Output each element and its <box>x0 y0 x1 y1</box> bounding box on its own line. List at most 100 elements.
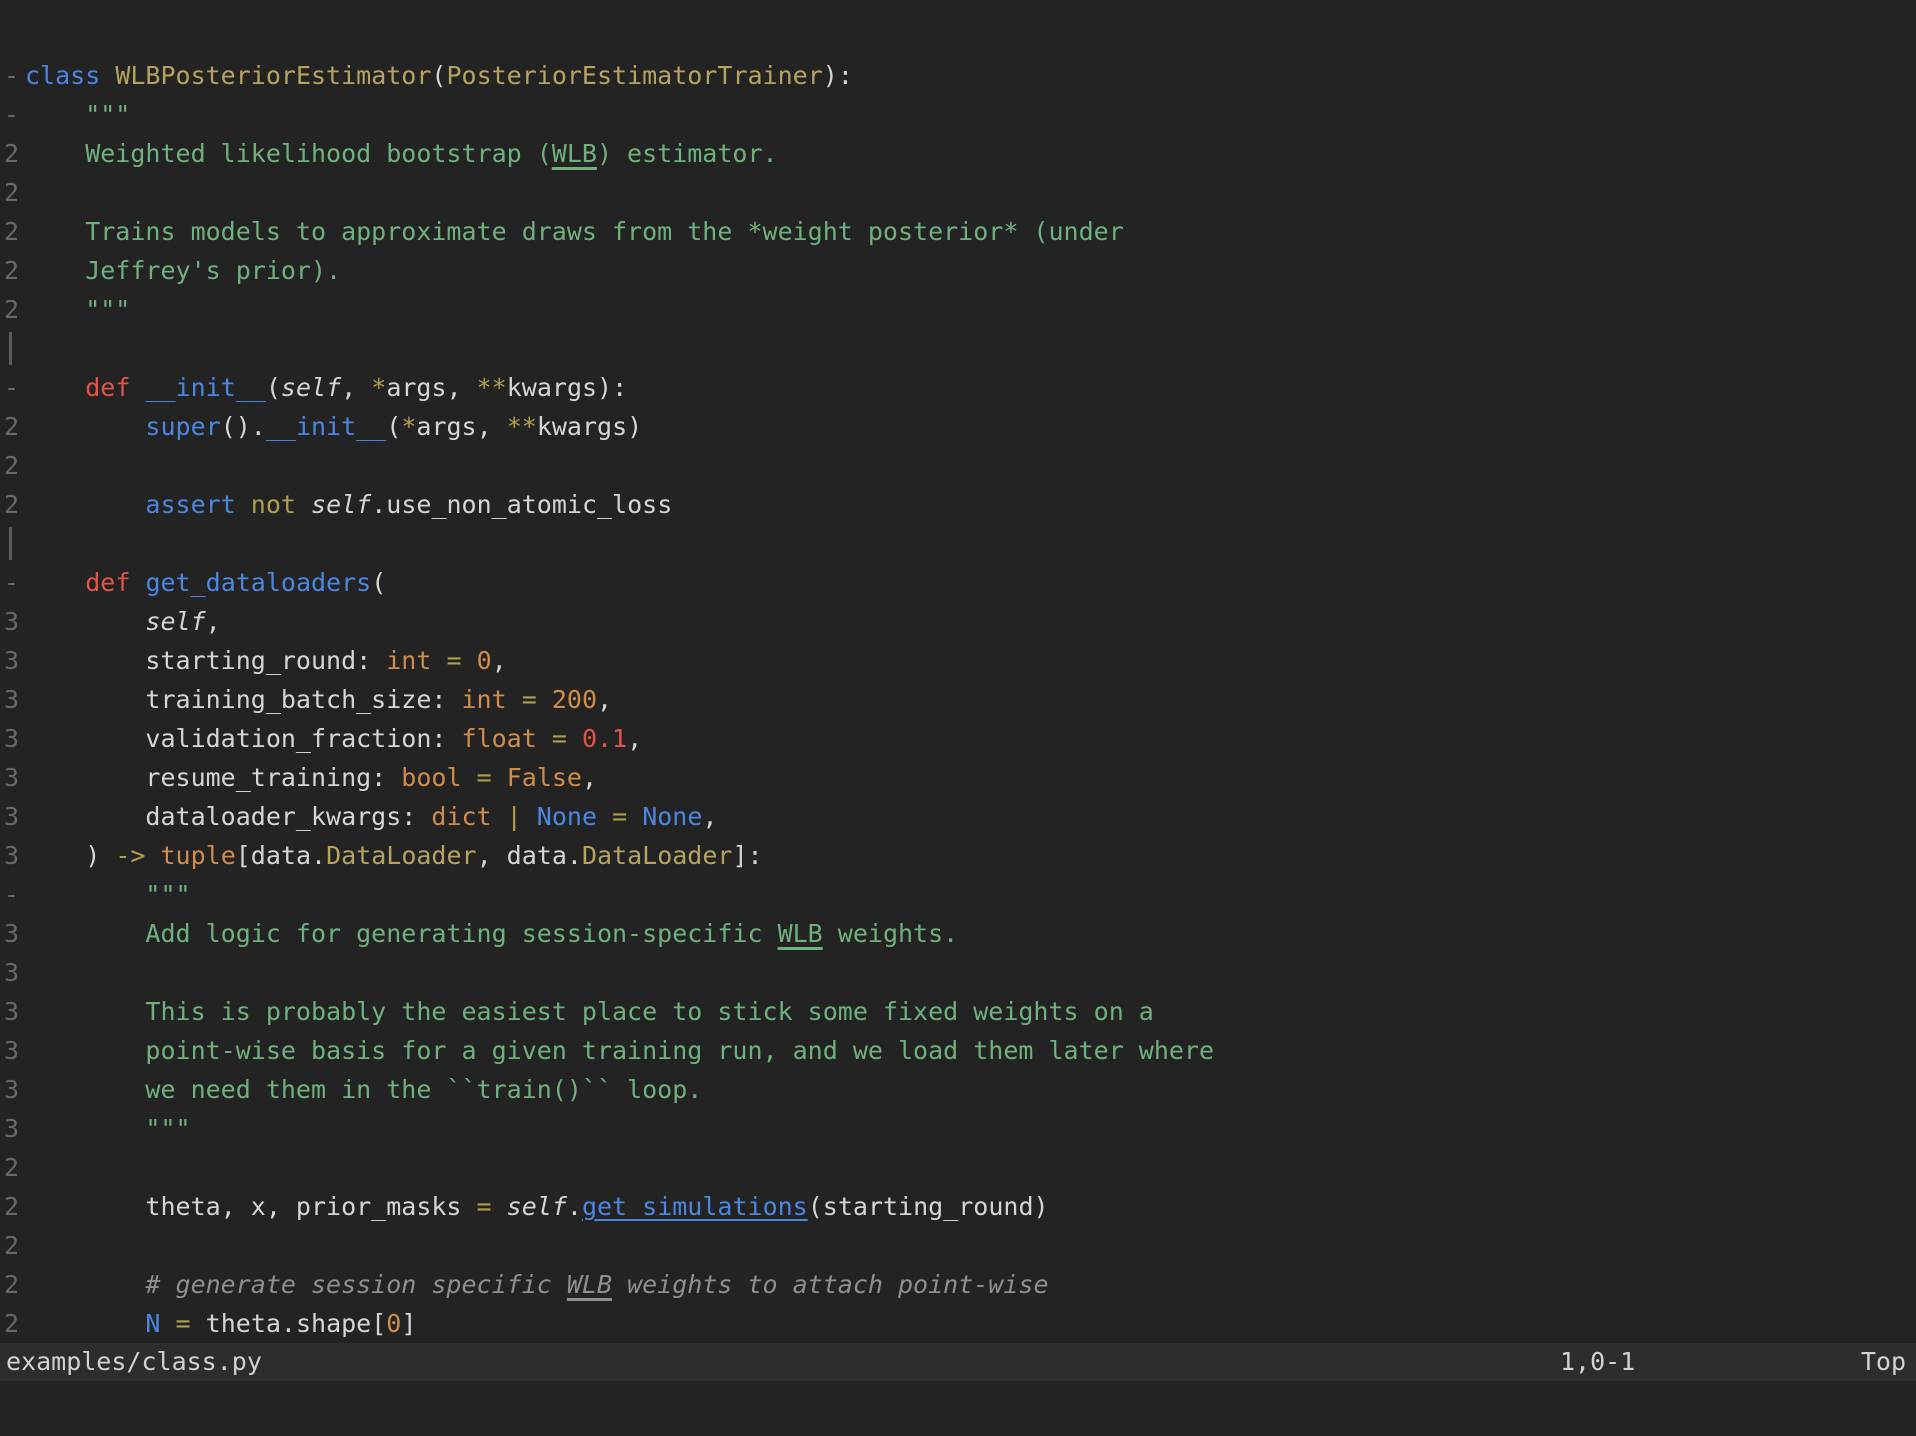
code-line[interactable] <box>0 17 1916 56</box>
code-line[interactable]: - def get_dataloaders( <box>0 563 1916 602</box>
fold-column-marker: 3 <box>0 953 25 992</box>
code-line[interactable]: 2 assert not self.use_non_atomic_loss <box>0 485 1916 524</box>
code-line-text: # generate session specific WLB weights … <box>25 1265 1049 1304</box>
code-line-text: super().__init__(*args, **kwargs) <box>25 407 642 446</box>
code-line[interactable]: 3 self, <box>0 602 1916 641</box>
code-line[interactable]: - """ <box>0 95 1916 134</box>
code-line-text: self, <box>25 602 221 641</box>
code-line[interactable]: 2 <box>0 173 1916 212</box>
vim-editor-window: -class WLBPosteriorEstimator(PosteriorEs… <box>0 0 1916 1436</box>
code-line-text: def __init__(self, *args, **kwargs): <box>25 368 627 407</box>
code-buffer[interactable]: -class WLBPosteriorEstimator(PosteriorEs… <box>0 17 1916 1343</box>
code-line[interactable]: 3 point-wise basis for a given training … <box>0 1031 1916 1070</box>
status-cursor-position: 1,0-1 <box>1560 1343 1635 1381</box>
code-line-text: validation_fraction: float = 0.1, <box>25 719 642 758</box>
fold-column-marker <box>0 524 25 563</box>
code-line-text: """ <box>25 95 130 134</box>
code-line[interactable]: - def __init__(self, *args, **kwargs): <box>0 368 1916 407</box>
fold-column-marker: 2 <box>0 1304 25 1343</box>
fold-column-marker: 3 <box>0 836 25 875</box>
command-line <box>0 1381 1916 1436</box>
code-line[interactable]: 2 N = theta.shape[0] <box>0 1304 1916 1343</box>
code-line-text: """ <box>25 290 130 329</box>
code-line[interactable]: 3 resume_training: bool = False, <box>0 758 1916 797</box>
fold-column-marker: 2 <box>0 1226 25 1265</box>
fold-column-marker <box>0 329 25 368</box>
fold-level-bar <box>9 527 12 560</box>
code-line[interactable]: 2 <box>0 446 1916 485</box>
fold-column-marker: 3 <box>0 1070 25 1109</box>
fold-column-marker: 3 <box>0 602 25 641</box>
fold-column-marker: 2 <box>0 1265 25 1304</box>
fold-column-marker: 3 <box>0 914 25 953</box>
code-line-text: """ <box>25 1109 191 1148</box>
code-line-text: theta, x, prior_masks = self.get_simulat… <box>25 1187 1049 1226</box>
code-line-text: Jeffrey's prior). <box>25 251 341 290</box>
fold-column-marker: 3 <box>0 992 25 1031</box>
code-line[interactable]: 2 super().__init__(*args, **kwargs) <box>0 407 1916 446</box>
status-scroll-position: Top <box>1861 1343 1906 1381</box>
fold-column-marker: 3 <box>0 641 25 680</box>
status-bar: examples/class.py 1,0-1 Top <box>0 1343 1916 1381</box>
code-line[interactable]: 3 validation_fraction: float = 0.1, <box>0 719 1916 758</box>
fold-column-marker: 2 <box>0 173 25 212</box>
code-line-text: assert not self.use_non_atomic_loss <box>25 485 672 524</box>
code-line-text: Add logic for generating session-specifi… <box>25 914 958 953</box>
code-line[interactable]: 2 <box>0 1148 1916 1187</box>
fold-column-marker: - <box>0 95 25 134</box>
fold-column-marker: - <box>0 368 25 407</box>
fold-column-marker: 2 <box>0 134 25 173</box>
fold-column-marker: - <box>0 56 25 95</box>
code-line-text: point-wise basis for a given training ru… <box>25 1031 1214 1070</box>
fold-column-marker: 2 <box>0 446 25 485</box>
code-line-text: This is probably the easiest place to st… <box>25 992 1154 1031</box>
code-line-text: Trains models to approximate draws from … <box>25 212 1124 251</box>
code-line[interactable]: 2 theta, x, prior_masks = self.get_simul… <box>0 1187 1916 1226</box>
code-line-text: ) -> tuple[data.DataLoader, data.DataLoa… <box>25 836 763 875</box>
code-line-text: we need them in the ``train()`` loop. <box>25 1070 702 1109</box>
fold-column-marker: 2 <box>0 1187 25 1226</box>
status-file-name: examples/class.py <box>6 1343 262 1381</box>
code-line[interactable] <box>0 524 1916 563</box>
fold-column-marker: 3 <box>0 1031 25 1070</box>
fold-column-marker: 3 <box>0 1109 25 1148</box>
fold-column-marker: 2 <box>0 407 25 446</box>
code-line-text: N = theta.shape[0] <box>25 1304 416 1343</box>
fold-column-marker: - <box>0 875 25 914</box>
fold-column-marker: 3 <box>0 719 25 758</box>
fold-column-marker: 3 <box>0 680 25 719</box>
code-line[interactable]: 2 """ <box>0 290 1916 329</box>
code-line-text: training_batch_size: int = 200, <box>25 680 612 719</box>
fold-column-marker <box>0 17 25 56</box>
code-line[interactable]: 3 we need them in the ``train()`` loop. <box>0 1070 1916 1109</box>
fold-column-marker: 2 <box>0 212 25 251</box>
fold-column-marker: - <box>0 563 25 602</box>
fold-column-marker: 3 <box>0 797 25 836</box>
code-line[interactable]: 3 """ <box>0 1109 1916 1148</box>
fold-column-marker: 2 <box>0 485 25 524</box>
code-line[interactable]: 3 dataloader_kwargs: dict | None = None, <box>0 797 1916 836</box>
code-line[interactable]: 3 training_batch_size: int = 200, <box>0 680 1916 719</box>
code-line[interactable]: 3 <box>0 953 1916 992</box>
code-line-text: dataloader_kwargs: dict | None = None, <box>25 797 717 836</box>
code-line[interactable]: 3 This is probably the easiest place to … <box>0 992 1916 1031</box>
code-line-text: class WLBPosteriorEstimator(PosteriorEst… <box>25 56 853 95</box>
code-line[interactable]: -class WLBPosteriorEstimator(PosteriorEs… <box>0 56 1916 95</box>
code-line-text: def get_dataloaders( <box>25 563 386 602</box>
code-line[interactable]: 2 # generate session specific WLB weight… <box>0 1265 1916 1304</box>
code-line-text: starting_round: int = 0, <box>25 641 507 680</box>
code-line[interactable]: 2 <box>0 1226 1916 1265</box>
code-line-text: resume_training: bool = False, <box>25 758 597 797</box>
code-line[interactable]: 3 starting_round: int = 0, <box>0 641 1916 680</box>
code-line[interactable] <box>0 329 1916 368</box>
code-line[interactable]: 3 Add logic for generating session-speci… <box>0 914 1916 953</box>
code-line-text: Weighted likelihood bootstrap (WLB) esti… <box>25 134 778 173</box>
fold-column-marker: 3 <box>0 758 25 797</box>
fold-column-marker: 2 <box>0 1148 25 1187</box>
code-line[interactable]: 2 Trains models to approximate draws fro… <box>0 212 1916 251</box>
code-line[interactable]: 2 Jeffrey's prior). <box>0 251 1916 290</box>
code-line[interactable]: - """ <box>0 875 1916 914</box>
code-line[interactable]: 2 Weighted likelihood bootstrap (WLB) es… <box>0 134 1916 173</box>
code-line[interactable]: 3 ) -> tuple[data.DataLoader, data.DataL… <box>0 836 1916 875</box>
fold-column-marker: 2 <box>0 251 25 290</box>
